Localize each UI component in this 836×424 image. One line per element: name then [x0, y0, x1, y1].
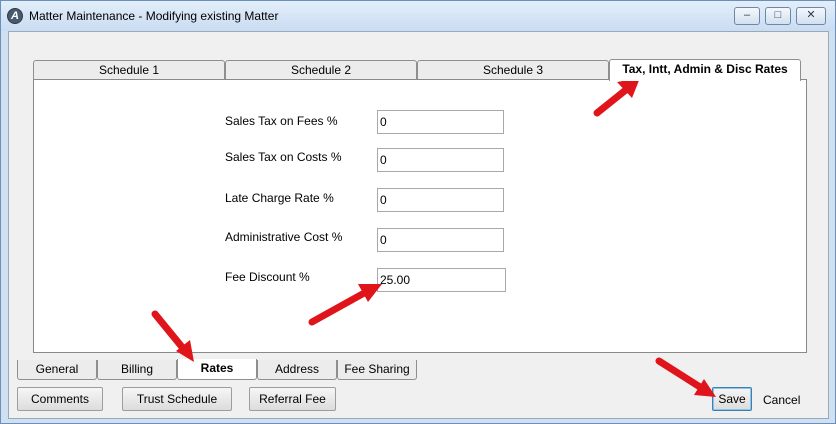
fee-discount-label: Fee Discount %	[225, 270, 310, 284]
cancel-button[interactable]: Cancel	[763, 393, 800, 407]
tab-fee-sharing[interactable]: Fee Sharing	[337, 360, 417, 380]
referral-fee-button[interactable]: Referral Fee	[249, 387, 336, 411]
rates-panel: Sales Tax on Fees % Sales Tax on Costs %…	[33, 79, 807, 353]
tab-label: General	[35, 362, 79, 376]
tab-rates[interactable]: Rates	[177, 359, 257, 380]
late-charge-rate-input[interactable]	[377, 188, 504, 212]
trust-schedule-button[interactable]: Trust Schedule	[122, 387, 232, 411]
tab-schedule-2[interactable]: Schedule 2	[225, 60, 417, 80]
tab-label: Rates	[200, 361, 234, 375]
administrative-cost-input[interactable]	[377, 228, 504, 252]
save-button[interactable]: Save	[712, 387, 752, 411]
administrative-cost-label: Administrative Cost %	[225, 230, 343, 244]
tab-label: Billing	[120, 362, 153, 376]
tab-label: Tax, Intt, Admin & Disc Rates	[622, 62, 788, 76]
close-icon: ✕	[806, 9, 816, 21]
sales-tax-costs-input[interactable]	[377, 148, 504, 172]
maximize-icon: □	[774, 9, 782, 21]
title-bar[interactable]: A Matter Maintenance - Modifying existin…	[1, 1, 835, 31]
tab-billing[interactable]: Billing	[97, 360, 177, 380]
tab-tax-intt-admin-disc-rates[interactable]: Tax, Intt, Admin & Disc Rates	[609, 59, 801, 81]
close-button[interactable]: ✕	[796, 7, 826, 25]
comments-button[interactable]: Comments	[17, 387, 103, 411]
sales-tax-fees-label: Sales Tax on Fees %	[225, 114, 338, 128]
form-client-area: Schedule 1 Schedule 2 Schedule 3 Tax, In…	[8, 31, 829, 419]
window-title: Matter Maintenance - Modifying existing …	[29, 9, 279, 23]
late-charge-rate-label: Late Charge Rate %	[225, 191, 334, 205]
tab-schedule-1[interactable]: Schedule 1	[33, 60, 225, 80]
tab-label: Fee Sharing	[344, 362, 410, 376]
app-logo-icon: A	[7, 8, 23, 24]
tab-schedule-3[interactable]: Schedule 3	[417, 60, 609, 80]
minimize-icon: –	[743, 9, 751, 21]
tab-label: Schedule 3	[482, 63, 544, 77]
tab-address[interactable]: Address	[257, 360, 337, 380]
tab-general[interactable]: General	[17, 360, 97, 380]
tab-label: Schedule 1	[98, 63, 160, 77]
sales-tax-fees-input[interactable]	[377, 110, 504, 134]
tab-label: Schedule 2	[290, 63, 352, 77]
fee-discount-input[interactable]	[377, 268, 506, 292]
maximize-button[interactable]: □	[765, 7, 791, 25]
tab-label: Address	[274, 362, 320, 376]
minimize-button[interactable]: –	[734, 7, 760, 25]
sales-tax-costs-label: Sales Tax on Costs %	[225, 150, 342, 164]
matter-maintenance-window: A Matter Maintenance - Modifying existin…	[0, 0, 836, 424]
